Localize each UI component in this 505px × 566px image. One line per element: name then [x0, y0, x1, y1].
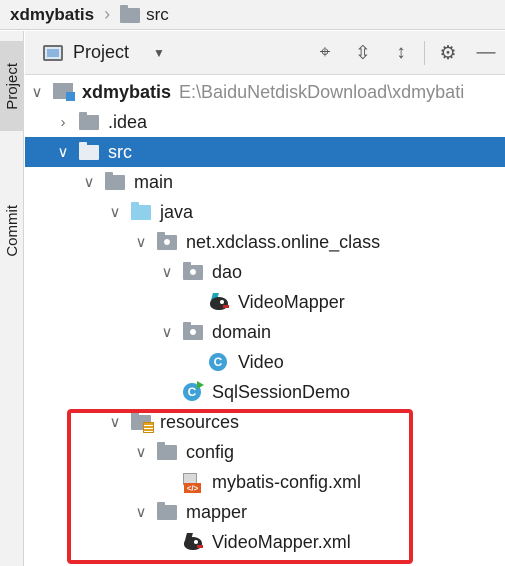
tree-row-java[interactable]: ∨ java [25, 197, 505, 227]
chevron-down-icon: ▼ [153, 45, 165, 60]
chevron-down-icon[interactable]: ∨ [53, 143, 73, 161]
tree-label-java: java [160, 201, 194, 222]
locate-icon[interactable]: ⌖ [306, 31, 344, 75]
tool-strip: Project Commit [0, 31, 24, 566]
tree-row-project[interactable]: ∨ xdmybatis E:\BaiduNetdiskDownload\xdmy… [25, 77, 505, 107]
gear-icon[interactable]: ⚙ [429, 31, 467, 75]
tree-label-project: xdmybatis [82, 81, 172, 102]
collapse-all-icon[interactable]: ↕ [382, 31, 420, 75]
project-folder-icon [53, 83, 75, 101]
tree-row-idea[interactable]: › .idea [25, 107, 505, 137]
tree-row-videomapper[interactable]: VideoMapper [25, 287, 505, 317]
view-selector[interactable]: Project ▼ [43, 42, 165, 63]
chevron-down-icon[interactable]: ∨ [157, 263, 177, 281]
tab-commit-label: Commit [3, 205, 21, 257]
tree-row-sqlsessiondemo[interactable]: C SqlSessionDemo [25, 377, 505, 407]
package-icon [157, 232, 179, 251]
breadcrumb-src[interactable]: src [146, 5, 169, 25]
tab-project-label: Project [3, 62, 21, 110]
folder-icon [79, 142, 101, 161]
tree-row-main[interactable]: ∨ main [25, 167, 505, 197]
chevron-down-icon[interactable]: ∨ [157, 323, 177, 341]
tab-project[interactable]: Project [0, 41, 24, 131]
chevron-down-icon[interactable]: ∨ [105, 203, 125, 221]
toolbar-divider [424, 41, 425, 65]
tree-label-package: net.xdclass.online_class [186, 231, 381, 252]
chevron-down-icon[interactable]: ∨ [27, 83, 47, 101]
tree-label-videomapper: VideoMapper [238, 291, 345, 312]
header-toolbar: ⌖ ⇳ ↕ ⚙ — [306, 31, 505, 75]
tree-label-video: Video [238, 351, 284, 372]
chevron-down-icon[interactable]: ∨ [131, 233, 151, 251]
project-view-icon [43, 44, 63, 61]
chevron-down-icon[interactable]: ∨ [79, 173, 99, 191]
tab-commit[interactable]: Commit [0, 181, 24, 281]
project-path: E:\BaiduNetdiskDownload\xdmybati [179, 81, 465, 102]
class-icon: C [209, 353, 231, 371]
mybatis-icon [209, 293, 231, 311]
highlight-box [67, 409, 413, 564]
view-selector-label: Project [73, 42, 130, 62]
breadcrumb-project[interactable]: xdmybatis [10, 5, 94, 25]
folder-icon [120, 5, 141, 23]
tree-label-idea: .idea [108, 111, 148, 132]
tree-label-main: main [134, 171, 174, 192]
tree-row-package[interactable]: ∨ net.xdclass.online_class [25, 227, 505, 257]
tree-row-src[interactable]: ∨ src [25, 137, 505, 167]
tree-label-domain: domain [212, 321, 272, 342]
folder-icon [105, 172, 127, 191]
package-icon [183, 322, 205, 341]
source-folder-icon [131, 202, 153, 221]
tree-label-dao: dao [212, 261, 243, 282]
project-pane-header: Project ▼ ⌖ ⇳ ↕ ⚙ — [25, 31, 505, 75]
runnable-class-icon: C [183, 381, 205, 401]
minimize-icon[interactable]: — [467, 31, 505, 75]
tree-label-src: src [108, 141, 132, 162]
tree-row-dao[interactable]: ∨ dao [25, 257, 505, 287]
chevron-right-icon[interactable]: › [53, 114, 73, 131]
chevron-right-icon: › [104, 4, 111, 24]
package-icon [183, 262, 205, 281]
tree-label-sqlsessiondemo: SqlSessionDemo [212, 381, 351, 402]
tree-row-domain[interactable]: ∨ domain [25, 317, 505, 347]
expand-all-icon[interactable]: ⇳ [344, 31, 382, 75]
breadcrumb: xdmybatis › src [0, 0, 505, 30]
tree-row-video[interactable]: C Video [25, 347, 505, 377]
folder-icon [79, 112, 101, 131]
